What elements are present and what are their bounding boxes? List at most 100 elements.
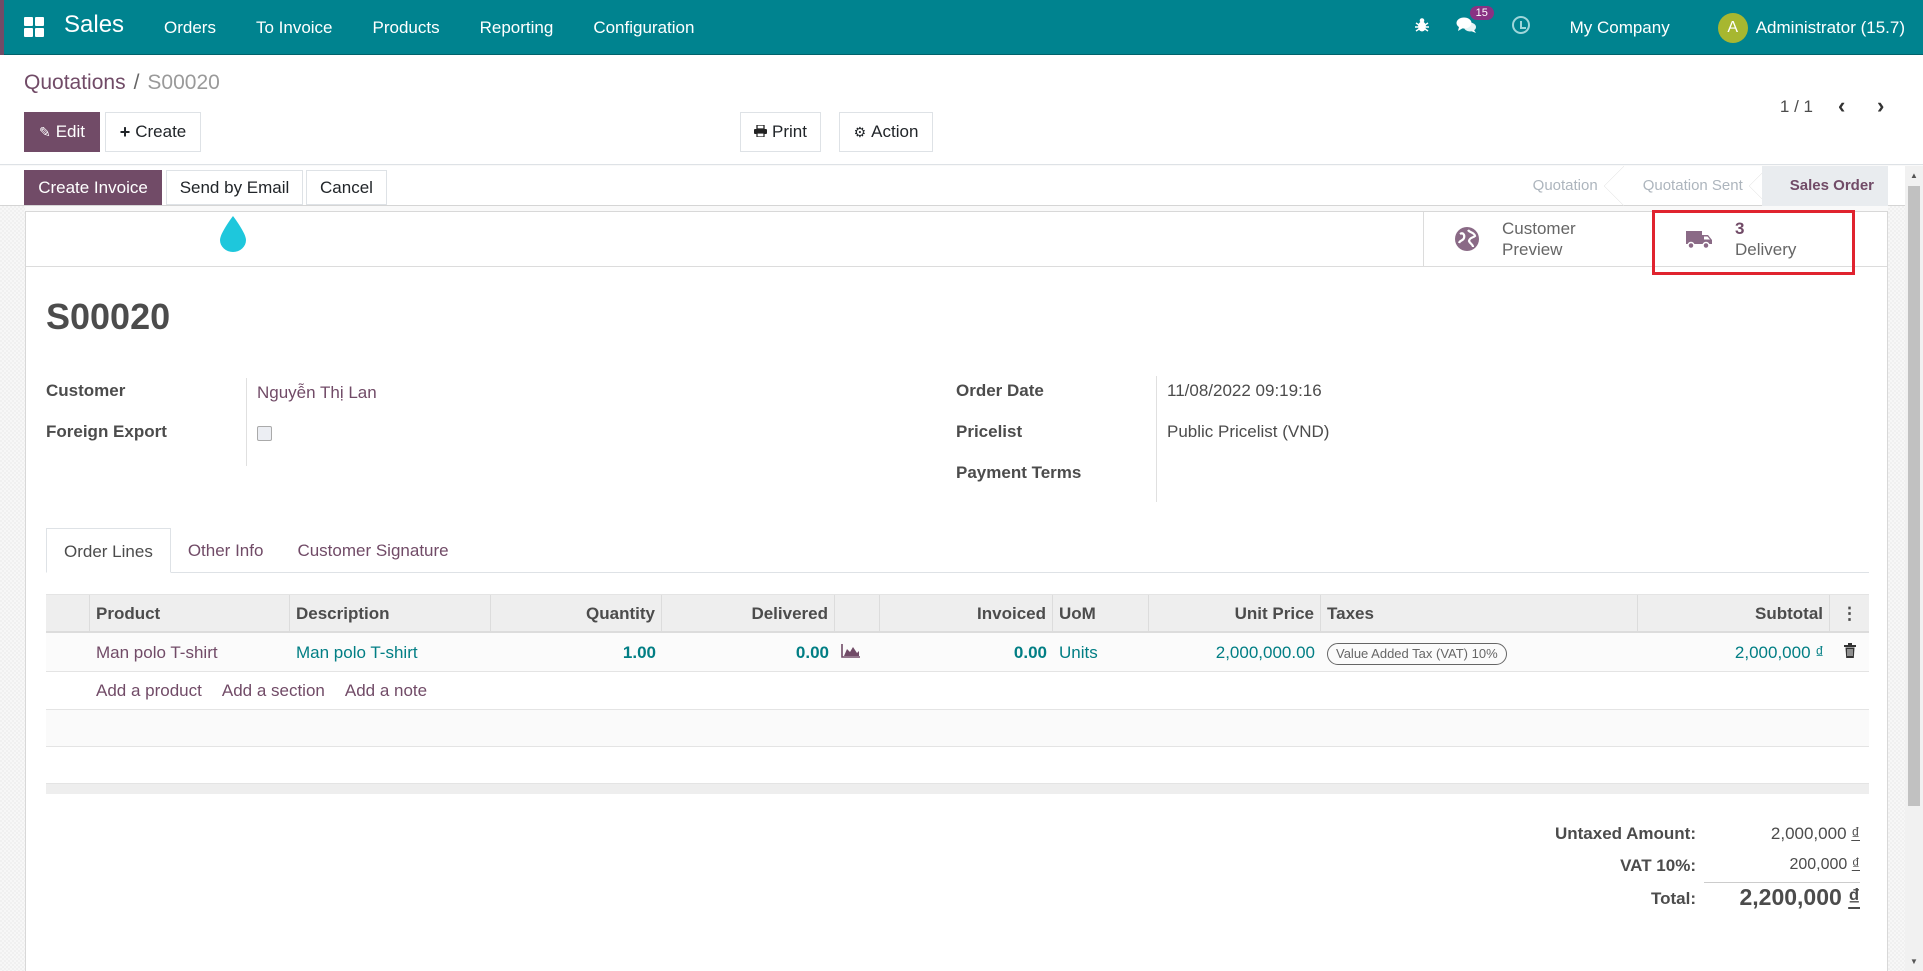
column-quantity[interactable]: Quantity — [491, 595, 662, 631]
table-footer — [46, 784, 1869, 794]
smart-button-box: Customer Preview 3 Delivery — [26, 210, 1887, 275]
activity-clock-icon[interactable] — [1511, 16, 1530, 39]
app-menu-icon[interactable] — [24, 17, 44, 37]
menu-orders[interactable]: Orders — [144, 0, 236, 55]
tax-tag: Value Added Tax (VAT) 10% — [1327, 642, 1507, 665]
tab-order-lines[interactable]: Order Lines — [46, 528, 171, 573]
company-switcher[interactable]: My Company — [1570, 18, 1670, 38]
column-forecast — [835, 595, 880, 631]
menu-products[interactable]: Products — [353, 0, 460, 55]
column-uom[interactable]: UoM — [1053, 595, 1149, 631]
menu-reporting[interactable]: Reporting — [460, 0, 574, 55]
cursor-droplet-icon — [220, 216, 246, 252]
add-line-row: Add a product Add a section Add a note — [46, 672, 1869, 710]
field-divider — [246, 378, 247, 466]
globe-icon — [1455, 227, 1479, 251]
pricelist-field[interactable]: Public Pricelist (VND) — [1167, 422, 1329, 442]
scroll-thumb[interactable] — [1908, 186, 1920, 806]
foreign-export-checkbox[interactable] — [257, 426, 272, 441]
pager-previous-icon[interactable]: ‹ — [1838, 93, 1845, 119]
field-divider — [1156, 376, 1157, 502]
print-button-label: Print — [772, 122, 807, 141]
scrollbar[interactable]: ▲ ▼ — [1905, 166, 1923, 971]
column-delivered[interactable]: Delivered — [662, 595, 835, 631]
status-step-quotation[interactable]: Quotation — [1507, 166, 1616, 206]
menu-to-invoice[interactable]: To Invoice — [236, 0, 353, 55]
table-row[interactable]: Man polo T-shirt Man polo T-shirt 1.00 0… — [46, 633, 1869, 672]
delete-row-icon[interactable] — [1830, 633, 1869, 671]
create-button-label: Create — [135, 122, 187, 141]
add-note-link[interactable]: Add a note — [345, 681, 427, 701]
action-button[interactable]: ⚙ Action — [839, 112, 933, 152]
row-taxes[interactable]: Value Added Tax (VAT) 10% — [1321, 633, 1638, 671]
column-invoiced[interactable]: Invoiced — [880, 595, 1053, 631]
debug-bug-icon[interactable] — [1414, 17, 1430, 38]
forecast-chart-icon[interactable] — [835, 633, 880, 671]
order-date-label: Order Date — [956, 381, 1044, 400]
status-pipeline: Quotation Quotation Sent Sales Order — [1507, 166, 1888, 206]
row-delivered: 0.00 — [795, 643, 829, 662]
pencil-icon: ✎ — [38, 123, 51, 140]
untaxed-amount-value: 2,000,000 ₫ — [1770, 824, 1860, 843]
order-date-field[interactable]: 11/08/2022 09:19:16 — [1167, 381, 1322, 401]
send-by-email-button[interactable]: Send by Email — [166, 170, 303, 205]
print-button[interactable]: Print — [740, 112, 821, 152]
tab-other-info[interactable]: Other Info — [171, 528, 281, 573]
edit-button[interactable]: ✎ Edit — [24, 112, 100, 152]
empty-row — [46, 710, 1869, 747]
row-invoiced: 0.00 — [1013, 643, 1047, 662]
messages-icon[interactable]: 15 — [1456, 6, 1494, 39]
pager-next-icon[interactable]: › — [1877, 93, 1884, 119]
add-section-link[interactable]: Add a section — [222, 681, 325, 701]
record-title: S00020 — [46, 296, 171, 337]
column-unit-price[interactable]: Unit Price — [1149, 595, 1321, 631]
app-name[interactable]: Sales — [64, 11, 124, 39]
create-button[interactable]: + Create — [105, 112, 201, 152]
row-uom[interactable]: Units — [1053, 633, 1149, 671]
total-label: Total: — [1650, 889, 1696, 908]
menu-configuration[interactable]: Configuration — [573, 0, 714, 55]
row-description[interactable]: Man polo T-shirt — [290, 633, 491, 671]
column-description[interactable]: Description — [290, 595, 491, 631]
gear-icon: ⚙ — [853, 123, 867, 140]
customer-preview-label: Customer Preview — [1502, 218, 1576, 260]
create-invoice-button[interactable]: Create Invoice — [24, 170, 162, 205]
customer-preview-line1: Customer — [1502, 219, 1576, 238]
notebook-tabs: Order Lines Other Info Customer Signatur… — [46, 528, 1869, 573]
order-lines-table: Product Description Quantity Delivered I… — [46, 594, 1869, 794]
totals-divider — [1704, 882, 1860, 883]
row-unit-price[interactable]: 2,000,000.00 — [1149, 633, 1321, 671]
status-step-sales-order[interactable]: Sales Order — [1761, 166, 1888, 206]
scroll-down-icon[interactable]: ▼ — [1910, 957, 1918, 966]
status-bar: Create Invoice Send by Email Cancel Quot… — [0, 166, 1923, 206]
customer-label: Customer — [46, 381, 126, 400]
left-gutter — [0, 206, 25, 971]
cancel-button[interactable]: Cancel — [306, 170, 387, 205]
column-handle — [46, 595, 90, 631]
printer-icon — [754, 124, 768, 140]
column-taxes[interactable]: Taxes — [1321, 595, 1638, 631]
breadcrumb-quotations[interactable]: Quotations — [24, 71, 126, 94]
customer-field[interactable]: Nguyễn Thị Lan — [257, 383, 377, 403]
form-sheet: Customer Preview 3 Delivery S00020 Custo… — [25, 210, 1888, 971]
avatar: A — [1717, 12, 1748, 43]
optional-columns-icon[interactable]: ⋮ — [1830, 595, 1869, 631]
add-product-link[interactable]: Add a product — [96, 681, 202, 701]
row-subtotal: 2,000,000 ₫ — [1734, 643, 1824, 662]
row-product[interactable]: Man polo T-shirt — [90, 633, 290, 671]
systray: 15 My Company A Administrator (15.7) — [1414, 0, 1923, 55]
customer-preview-button[interactable]: Customer Preview — [1423, 212, 1660, 266]
column-product[interactable]: Product — [90, 595, 290, 631]
top-menu: Orders To Invoice Products Reporting Con… — [144, 0, 714, 55]
column-subtotal[interactable]: Subtotal — [1638, 595, 1830, 631]
tab-customer-signature[interactable]: Customer Signature — [280, 528, 465, 573]
customer-preview-line2: Preview — [1502, 240, 1563, 259]
scroll-up-icon[interactable]: ▲ — [1910, 171, 1918, 180]
user-menu[interactable]: A Administrator (15.7) — [1717, 12, 1905, 43]
table-header: Product Description Quantity Delivered I… — [46, 594, 1869, 633]
pager-value[interactable]: 1 / 1 — [1780, 97, 1813, 117]
total-value: 2,200,000 ₫ — [1739, 884, 1860, 910]
row-quantity[interactable]: 1.00 — [491, 633, 662, 671]
status-step-quotation-sent[interactable]: Quotation Sent — [1617, 166, 1761, 206]
pricelist-label: Pricelist — [956, 422, 1023, 441]
